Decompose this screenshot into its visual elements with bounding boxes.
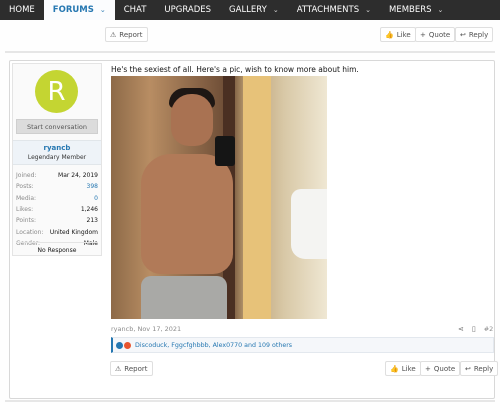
- reactions-bar[interactable]: Discoduck, Fggcfghbbb, Alex0770 and 109 …: [111, 337, 494, 353]
- user-title: Legendary Member: [27, 154, 87, 161]
- photo-fixture: [291, 189, 327, 259]
- warning-icon: ⚠: [115, 364, 122, 373]
- like-label: Like: [396, 30, 411, 39]
- stat-value: United Kingdom: [49, 228, 98, 236]
- warning-icon: ⚠: [110, 30, 117, 39]
- avatar[interactable]: R: [35, 70, 78, 113]
- quote-label: Quote: [428, 30, 451, 39]
- reply-button[interactable]: ↩ Reply: [455, 27, 494, 42]
- nav-item-chat[interactable]: CHAT: [115, 0, 156, 20]
- photo-phone: [215, 136, 235, 166]
- photo-pants: [141, 276, 227, 319]
- nav-label: UPGRADES: [164, 5, 212, 15]
- reply-label: Reply: [468, 30, 489, 39]
- report-label: Report: [119, 30, 143, 39]
- stat-key: Likes:: [16, 206, 34, 214]
- photo-head: [171, 94, 213, 146]
- user-info-panel: R Start conversation ryancb Legendary Me…: [12, 63, 102, 256]
- like-button[interactable]: 👍 Like: [380, 27, 416, 42]
- plus-icon: +: [420, 30, 426, 39]
- nav-item-attachments[interactable]: ATTACHMENTS ⌄: [288, 0, 380, 20]
- nav-item-gallery[interactable]: GALLERY ⌄: [220, 0, 288, 20]
- reply-button[interactable]: ↩ Reply: [460, 361, 499, 376]
- post-body-text: He's the sexiest of all. Here's a pic, w…: [111, 65, 359, 74]
- quote-label: Quote: [433, 364, 456, 373]
- chevron-down-icon[interactable]: ⌄: [273, 6, 279, 14]
- nav-label: MEMBERS: [388, 5, 432, 15]
- chevron-down-icon[interactable]: ⌄: [100, 6, 106, 14]
- stat-row: Media: 0: [16, 193, 98, 204]
- nav-item-home[interactable]: HOME: [0, 0, 44, 20]
- stat-value-link[interactable]: 398: [87, 183, 98, 190]
- nav-label: ATTACHMENTS: [296, 5, 360, 15]
- bookmark-icon[interactable]: ▯: [472, 325, 476, 333]
- stat-key: Joined:: [16, 172, 37, 180]
- reply-label: Reply: [473, 364, 494, 373]
- chevron-down-icon[interactable]: ⌄: [365, 6, 371, 14]
- nav-item-upgrades[interactable]: UPGRADES: [155, 0, 220, 20]
- nav-label: FORUMS: [52, 5, 94, 15]
- top-nav: HOME FORUMS ⌄ CHAT UPGRADES GALLERY ⌄ ATTA…: [0, 0, 500, 20]
- report-label: Report: [124, 364, 148, 373]
- report-button[interactable]: ⚠ Report: [110, 361, 153, 376]
- post-divider: [5, 400, 495, 402]
- stat-row: Posts: 398: [16, 181, 98, 192]
- attached-photo[interactable]: [111, 76, 327, 319]
- like-label: Like: [401, 364, 416, 373]
- quote-button[interactable]: + Quote: [420, 361, 461, 376]
- photo-torso: [141, 154, 233, 274]
- thread-page: ⚠ Report 👍 Like + Quote ↩ Reply R Start conv…: [5, 20, 499, 410]
- stat-key: Media:: [16, 194, 37, 202]
- start-conversation-button[interactable]: Start conversation: [16, 119, 98, 134]
- stat-row: Joined: Mar 24, 2019: [16, 170, 98, 181]
- nav-label: GALLERY: [229, 5, 267, 15]
- post-number[interactable]: #2: [484, 325, 494, 333]
- stat-value: 1,246: [80, 206, 98, 214]
- stat-row: Likes: 1,246: [16, 204, 98, 215]
- plus-icon: +: [425, 364, 431, 373]
- report-button[interactable]: ⚠ Report: [105, 27, 148, 42]
- thumbs-up-icon: 👍: [385, 30, 394, 39]
- post-tools: ⋖ ▯ #2: [458, 325, 493, 333]
- like-reaction-icon: [116, 341, 123, 349]
- quote-button[interactable]: + Quote: [415, 27, 456, 42]
- post-author-date[interactable]: ryancb, Nov 17, 2021: [111, 325, 181, 333]
- username-link[interactable]: ryancb: [13, 144, 101, 152]
- thumbs-up-icon: 👍: [390, 364, 399, 373]
- post-message: R Start conversation ryancb Legendary Me…: [9, 60, 499, 399]
- love-reaction-icon: [124, 341, 131, 349]
- user-header: ryancb Legendary Member: [13, 140, 101, 165]
- reply-icon: ↩: [460, 30, 466, 39]
- user-stats: Joined: Mar 24, 2019 Posts: 398 Media: 0 Li…: [16, 170, 98, 249]
- stat-key: Points:: [16, 217, 37, 225]
- stat-value: Mar 24, 2019: [58, 172, 98, 180]
- stat-row: Points: 213: [16, 215, 98, 226]
- stat-key: Posts:: [16, 183, 34, 191]
- nav-item-members[interactable]: MEMBERS ⌄: [380, 0, 452, 20]
- nav-label: CHAT: [123, 5, 147, 15]
- stat-row: Location: United Kingdom: [16, 226, 98, 237]
- nav-label: HOME: [9, 5, 35, 15]
- stat-value: 213: [86, 217, 98, 225]
- no-response-label: No Response: [16, 242, 98, 254]
- post-divider: [5, 51, 495, 53]
- share-icon[interactable]: ⋖: [458, 325, 464, 333]
- stat-key: Location:: [16, 228, 44, 236]
- chevron-down-icon[interactable]: ⌄: [438, 6, 444, 14]
- like-button[interactable]: 👍 Like: [385, 361, 421, 376]
- reactions-list[interactable]: Discoduck, Fggcfghbbb, Alex0770 and 109 …: [135, 342, 292, 349]
- nav-item-forums[interactable]: FORUMS ⌄: [43, 0, 115, 20]
- photo-frame: [243, 76, 271, 319]
- stat-value-link[interactable]: 0: [94, 195, 98, 202]
- avatar-letter: R: [47, 76, 66, 107]
- reply-icon: ↩: [465, 364, 471, 373]
